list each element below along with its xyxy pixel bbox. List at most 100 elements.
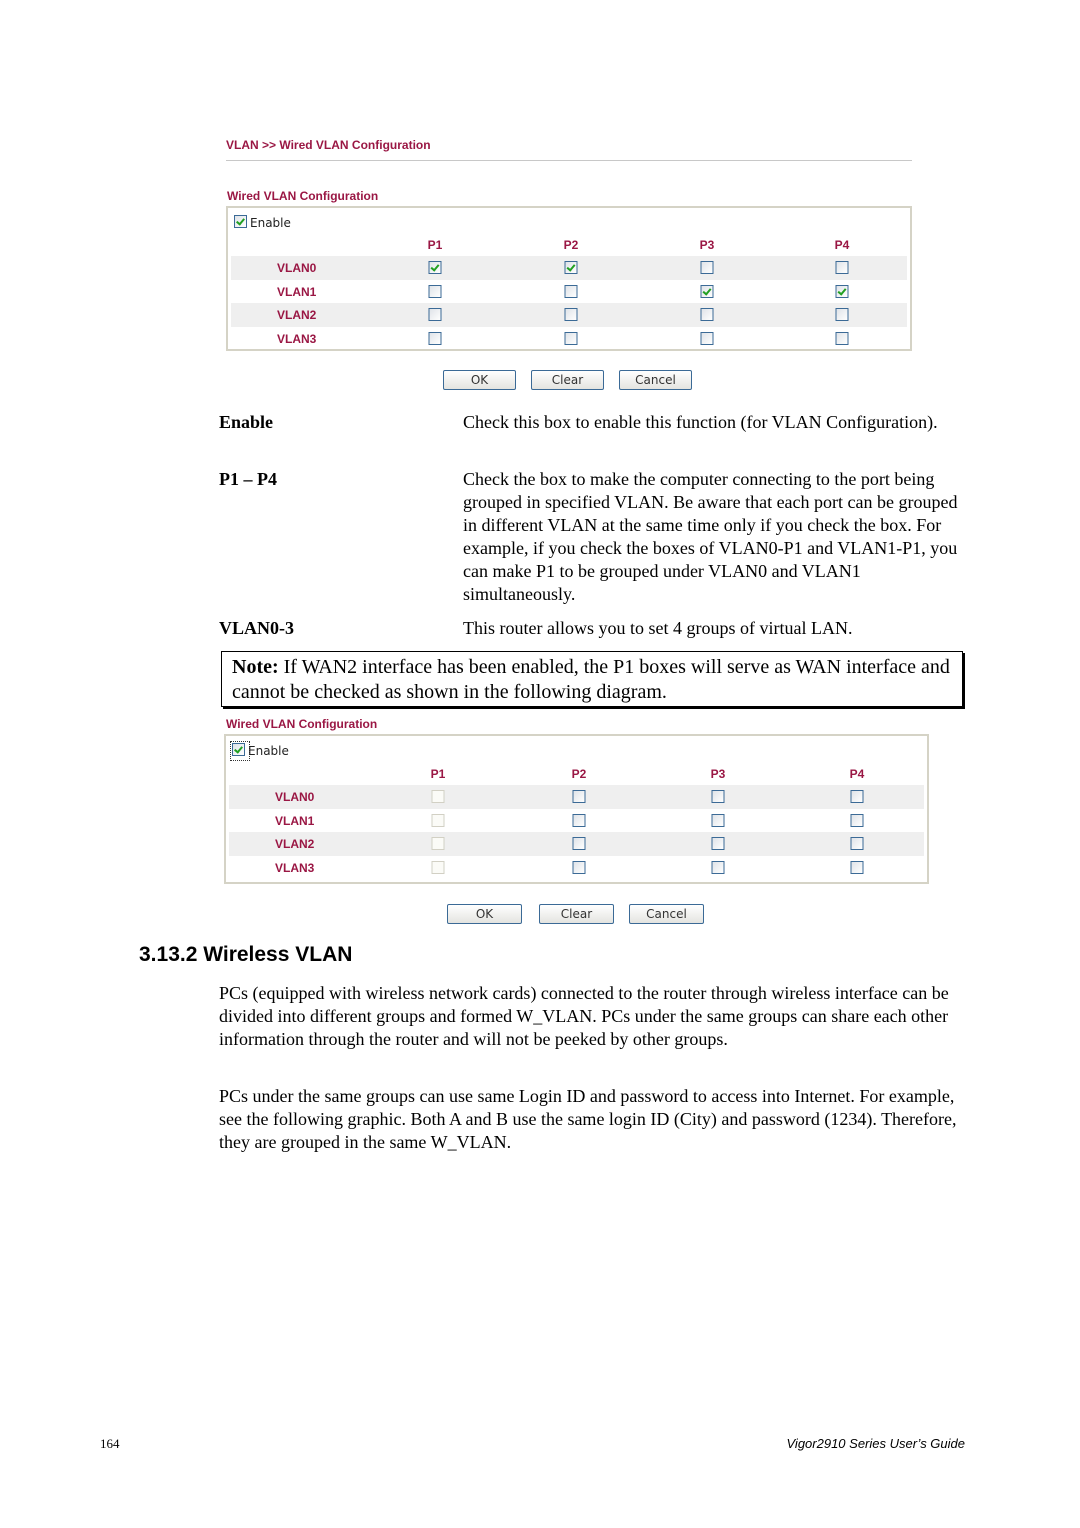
checkbox-vlan2-p4[interactable] [850,837,864,850]
checkbox-vlan0-p3[interactable] [700,261,714,274]
port-header-p1: P1 [430,767,446,781]
vlan-row-vlan1: VLAN1 [231,280,907,304]
checkbox-vlan1-p3[interactable] [700,284,714,298]
checkbox-vlan3-p4[interactable] [850,860,864,874]
vlan-label: VLAN0 [275,790,315,804]
checkbox-cell [700,284,714,303]
section-heading: 3.13.2 Wireless VLAN [139,943,353,966]
checkbox-vlan0-p3[interactable] [711,790,725,803]
vlan-label: VLAN0 [277,261,317,275]
enable-checkbox[interactable] [232,743,245,756]
wired-vlan-panel-wan2: Enable P1 P2 P3 P4 VLAN0 VLAN1 VLAN2 VLAN3 [224,734,929,884]
enable-row[interactable]: Enable [234,215,291,231]
checkbox-vlan0-p2[interactable] [564,261,578,274]
note-box: Note: If WAN2 interface has been enabled… [221,651,963,707]
wired-vlan-panel: Enable P1 P2 P3 P4 VLAN0 VLAN1 VLAN2 VLAN3 [226,206,912,351]
checkbox-cell [428,308,442,326]
checkbox-cell [431,860,445,879]
checkbox-vlan0-p1[interactable] [428,261,442,274]
checkbox-vlan1-p3[interactable] [711,813,725,827]
def-ports: Check the box to make the computer conne… [463,469,958,604]
checkbox-vlan1-p1[interactable] [428,284,442,298]
checkbox-cell [431,790,445,808]
checkbox-vlan1-p1 [431,813,445,827]
panel1-title: Wired VLAN Configuration [227,189,379,203]
vlan-label: VLAN1 [275,813,315,828]
vlan-label: VLAN2 [275,837,315,851]
checkbox-vlan3-p2[interactable] [572,860,586,874]
checkbox-cell [572,813,586,832]
cancel-button[interactable]: Cancel [619,370,692,390]
checkbox-vlan3-p2[interactable] [564,331,578,345]
def-vlan: This router allows you to set 4 groups o… [463,618,853,638]
enable-row[interactable]: Enable [230,741,289,761]
checkbox-vlan2-p1[interactable] [428,308,442,321]
checkbox-cell [711,837,725,855]
vlan-row-vlan0: VLAN0 [229,785,924,809]
checkbox-cell [711,790,725,808]
breadcrumb-divider [226,160,912,161]
checkbox-cell [700,308,714,326]
checkbox-cell [700,331,714,350]
checkbox-vlan3-p1[interactable] [428,331,442,345]
term-ports: P1 – P4 [219,469,277,489]
vlan-row-vlan1: VLAN1 [229,809,924,833]
term-enable: Enable [219,412,274,432]
vlan-row-vlan0: VLAN0 [231,256,907,280]
port-header-row: P1 P2 P3 P4 [231,234,907,256]
port-header-p4: P4 [834,238,850,252]
checkbox-cell [431,837,445,855]
vlan-label: VLAN2 [277,308,317,322]
vlan-port-grid: P1 P2 P3 P4 VLAN0 VLAN1 VLAN2 VLAN3 [231,234,907,350]
enable-checkbox[interactable] [234,215,247,228]
checkbox-cell [835,331,849,350]
checkbox-vlan2-p2[interactable] [572,837,586,850]
vlan-row-vlan3: VLAN3 [231,327,907,351]
checkbox-cell [572,790,586,808]
clear-button[interactable]: Clear [539,904,614,924]
checkbox-cell [835,261,849,279]
checkbox-vlan1-p4[interactable] [850,813,864,827]
term-vlan: VLAN0-3 [219,618,294,638]
checkbox-vlan3-p1 [431,860,445,874]
checkbox-vlan3-p3[interactable] [700,331,714,345]
checkbox-cell [711,860,725,879]
checkbox-vlan0-p4[interactable] [835,261,849,274]
checkbox-cell [564,261,578,279]
checkbox-vlan2-p4[interactable] [835,308,849,321]
breadcrumb: VLAN >> Wired VLAN Configuration [226,138,431,152]
checkbox-vlan2-p3[interactable] [700,308,714,321]
checkbox-vlan2-p2[interactable] [564,308,578,321]
checkbox-vlan1-p2[interactable] [564,284,578,298]
enable-label: Enable [250,216,291,230]
checkbox-vlan0-p2[interactable] [572,790,586,803]
checkbox-vlan2-p1 [431,837,445,850]
checkbox-cell [711,813,725,832]
cancel-button[interactable]: Cancel [629,904,704,924]
vlan-row-vlan2: VLAN2 [229,832,924,856]
checkbox-vlan0-p4[interactable] [850,790,864,803]
checkbox-vlan1-p2[interactable] [572,813,586,827]
section-paragraph-1: PCs (equipped with wireless network card… [219,983,949,1049]
port-header-p3: P3 [699,238,715,252]
checkbox-vlan3-p3[interactable] [711,860,725,874]
checkbox-vlan2-p3[interactable] [711,837,725,850]
enable-label: Enable [248,744,289,758]
checkbox-vlan3-p4[interactable] [835,331,849,345]
note-text: If WAN2 interface has been enabled, the … [232,656,950,703]
checkbox-cell [564,308,578,326]
ok-button[interactable]: OK [443,370,516,390]
panel2-buttons: OK Clear Cancel [447,904,704,924]
checkbox-cell [431,813,445,832]
ok-button[interactable]: OK [447,904,522,924]
note-label: Note: [232,656,279,678]
section-paragraph-2: PCs under the same groups can use same L… [219,1086,957,1152]
checkbox-cell [564,284,578,303]
vlan-row-vlan3: VLAN3 [229,856,924,880]
clear-button[interactable]: Clear [531,370,604,390]
vlan-row-vlan2: VLAN2 [231,303,907,327]
checkbox-vlan0-p1 [431,790,445,803]
page-number: 164 [100,1436,120,1451]
checkbox-vlan1-p4[interactable] [835,284,849,298]
port-header-p2: P2 [571,767,587,781]
